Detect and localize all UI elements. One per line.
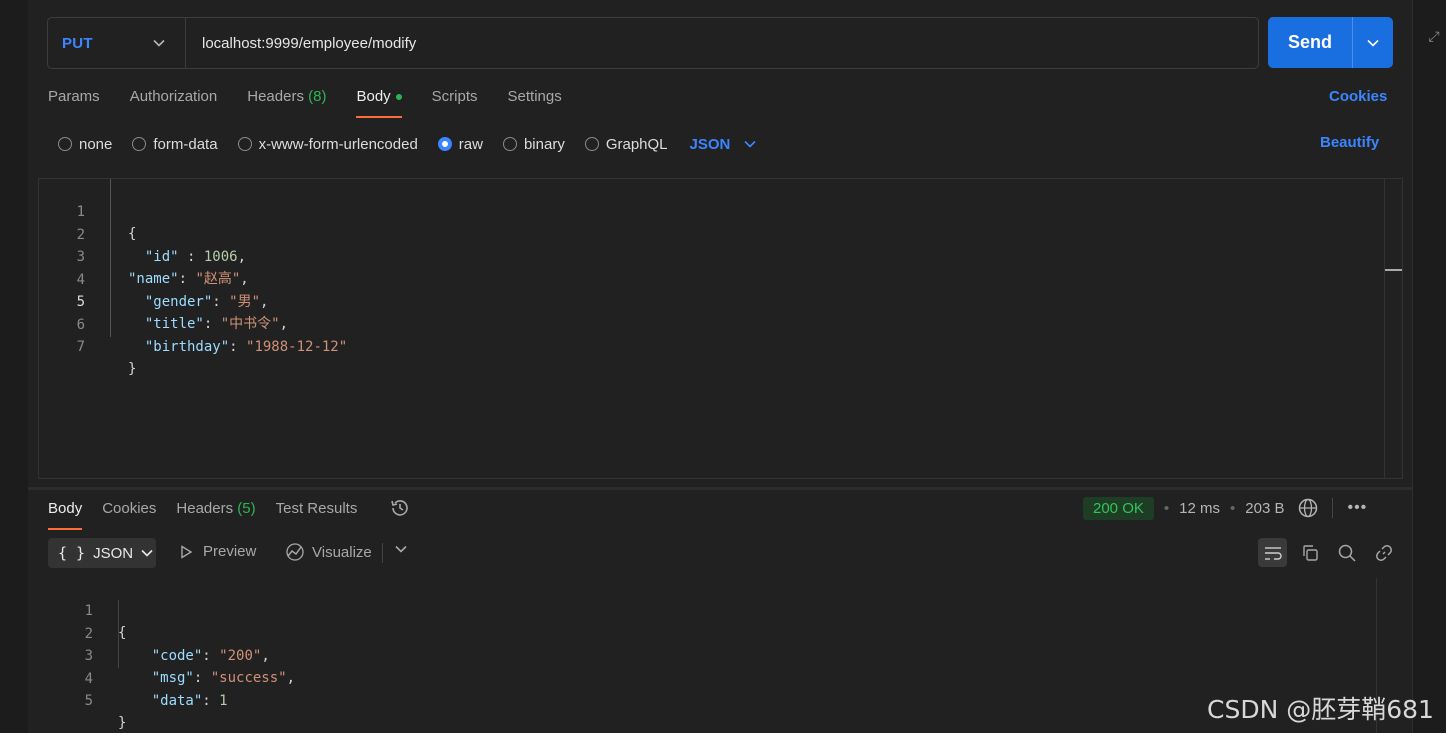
globe-icon[interactable] [1298,498,1318,518]
search-icon [1338,544,1356,562]
body-type-options: none form-data x-www-form-urlencoded raw… [58,134,756,154]
code-line: 4 "gender": "男", [39,247,269,310]
link-button[interactable] [1369,538,1398,567]
tab-settings[interactable]: Settings [508,86,562,118]
search-button[interactable] [1332,538,1361,567]
beautify-button[interactable]: Beautify [1320,134,1379,151]
tab-response-cookies[interactable]: Cookies [102,498,156,530]
code-line: 5 "title": "中书令", [39,269,288,332]
separator-dot: • [1163,499,1170,517]
line-number: 5 [84,693,93,709]
tab-response-headers[interactable]: Headers (5) [176,498,255,530]
preview-button[interactable]: Preview [178,543,256,560]
response-format-select[interactable]: { } JSON [48,538,156,568]
copy-button[interactable] [1295,538,1324,567]
response-size[interactable]: 203 B [1245,500,1284,517]
radio-circle [132,137,147,151]
braces-icon: { } [58,544,86,562]
play-icon [181,544,193,559]
chevron-down-icon [141,549,153,557]
watermark: CSDN @胚芽鞘681 [1207,695,1434,724]
chevron-down-icon [744,140,756,148]
cookies-link[interactable]: Cookies [1329,88,1387,105]
wrap-lines-button[interactable] [1258,538,1287,567]
link-icon [1375,544,1392,561]
response-pane-divider[interactable] [28,487,1412,490]
method-label: PUT [62,34,93,52]
radio-raw[interactable]: raw [437,136,483,153]
headers-count: (8) [308,88,327,105]
radio-binary[interactable]: binary [502,136,565,153]
code-line: 7 } [39,314,137,377]
visualize-button[interactable]: Visualize [285,542,372,562]
tab-authorization[interactable]: Authorization [130,86,218,118]
code-line: 2 "code": "200", [28,601,270,664]
tab-body[interactable]: Body [356,86,402,118]
code-line: 5 } [28,668,127,731]
visualize-options-chevron[interactable] [395,545,407,553]
response-tools [1258,538,1398,567]
radio-none[interactable]: none [58,136,112,153]
history-icon[interactable] [389,497,411,519]
code-line: 6 "birthday": "1988-12-12" [39,292,348,355]
radio-circle [584,137,599,151]
response-time[interactable]: 12 ms [1179,500,1220,517]
response-body-viewer[interactable]: 1 { 2 "code": "200", 3 "msg": "success",… [28,578,1412,733]
tab-headers[interactable]: Headers (8) [247,86,326,118]
left-sidebar-strip [0,0,28,733]
expand-icon[interactable]: ⤢ [1426,28,1442,44]
tab-params[interactable]: Params [48,86,100,118]
radio-circle-checked [437,137,452,151]
chevron-down-icon [395,545,407,553]
url-input[interactable]: localhost:9999/employee/modify [186,35,1258,52]
status-badge[interactable]: 200 OK [1083,496,1154,520]
radio-x-www-form-urlencoded[interactable]: x-www-form-urlencoded [237,136,418,153]
send-label: Send [1287,32,1332,52]
copy-icon [1302,544,1318,561]
separator-dot: • [1230,499,1236,517]
send-button[interactable]: Send [1268,17,1393,68]
radio-graphql[interactable]: GraphQL [584,136,668,153]
code-line: 4 "data": 1 [28,646,228,709]
radio-form-data[interactable]: form-data [132,136,218,153]
visualize-icon [286,543,304,561]
response-tabs: Body Cookies Headers (5) Test Results [48,497,411,530]
divider [382,543,383,563]
body-modified-dot [395,94,402,101]
response-headers-count: (5) [237,500,256,517]
request-body-editor[interactable]: 1 { 2 "id" : 1006, 3 "name": "赵高", 4 "ge… [38,178,1403,479]
wrap-lines-icon [1264,546,1282,560]
send-options-button[interactable] [1353,39,1393,47]
raw-language-select[interactable]: JSON [690,136,757,153]
radio-circle [58,137,72,151]
code-line: 3 "msg": "success", [28,623,295,686]
response-meta: 200 OK • 12 ms • 203 B ••• [1083,495,1367,521]
request-tabs: Params Authorization Headers (8) Body Sc… [48,86,562,118]
editor-scrollbar-thumb[interactable] [1385,269,1402,271]
tab-test-results[interactable]: Test Results [276,498,358,530]
method-select[interactable]: PUT [48,18,186,68]
editor-scrollbar-track [1384,179,1385,478]
code-line: 3 "name": "赵高", [39,224,249,287]
right-sidebar-strip: ⤢ [1412,0,1446,733]
chevron-down-icon [153,39,165,47]
request-url-bar: PUT localhost:9999/employee/modify [47,17,1259,69]
code-line: 1 { [28,578,127,641]
chevron-down-icon [1367,39,1379,47]
code-line: 1 { [39,179,137,242]
divider [1332,498,1334,518]
tab-scripts[interactable]: Scripts [432,86,478,118]
code-line: 2 "id" : 1006, [39,202,246,265]
radio-circle [237,137,252,151]
tab-response-body[interactable]: Body [48,498,83,530]
gutter-divider [110,179,111,337]
line-number: 7 [76,339,85,355]
more-options-icon[interactable]: ••• [1347,499,1367,517]
radio-circle [502,137,517,151]
